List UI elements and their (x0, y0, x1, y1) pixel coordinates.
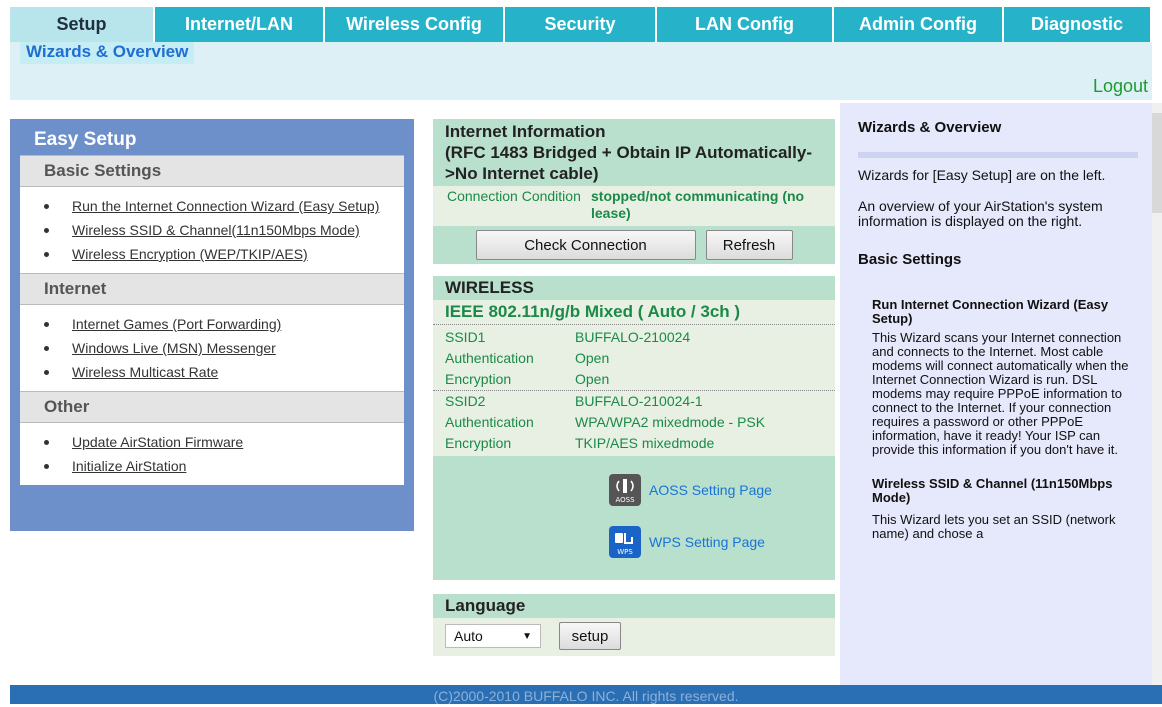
language-setup-button[interactable]: setup (559, 622, 621, 650)
connection-condition-value: stopped/not communicating (no lease) (591, 188, 805, 221)
tab-wireless-config[interactable]: Wireless Config (325, 7, 505, 42)
other-list: Update AirStation Firmware Initialize Ai… (20, 423, 404, 485)
list-item: Wireless Encryption (WEP/TKIP/AES) (20, 245, 404, 263)
tab-setup[interactable]: Setup (10, 7, 155, 42)
section-other: Other (20, 391, 404, 423)
ssid2-value: BUFFALO-210024-1 (575, 393, 703, 409)
check-connection-button[interactable]: Check Connection (475, 230, 696, 260)
svg-text:AOSS: AOSS (615, 496, 635, 504)
copyright-footer: (C)2000-2010 BUFFALO INC. All rights res… (10, 685, 1162, 704)
table-row: Authentication Open (433, 348, 835, 369)
connection-buttons: Check Connection Refresh (433, 226, 835, 264)
link-internet-connection-wizard[interactable]: Run the Internet Connection Wizard (Easy… (72, 198, 379, 214)
table-row: Encryption TKIP/AES mixedmode (433, 433, 835, 454)
list-item: Internet Games (Port Forwarding) (20, 315, 404, 333)
chevron-down-icon: ▼ (522, 630, 532, 642)
tab-admin-config[interactable]: Admin Config (834, 7, 1004, 42)
language-header: Language (433, 594, 835, 618)
help-item2-text: This Wizard lets you set an SSID (networ… (872, 512, 1116, 541)
list-item: Initialize AirStation (20, 457, 404, 475)
wireless-details: SSID1 BUFFALO-210024 Authentication Open E… (433, 325, 835, 456)
table-row: Authentication WPA/WPA2 mixedmode - PSK (433, 412, 835, 433)
wireless-mode: IEEE 802.11n/g/b Mixed ( Auto / 3ch ) (445, 302, 741, 321)
status-panel: Internet Information (RFC 1483 Bridged +… (433, 119, 835, 656)
internet-list: Internet Games (Port Forwarding) Windows… (20, 305, 404, 391)
link-initialize-airstation[interactable]: Initialize AirStation (72, 458, 186, 474)
list-item: Run the Internet Connection Wizard (Easy… (20, 197, 404, 215)
ssid1-label: SSID1 (445, 329, 486, 345)
help-divider (858, 152, 1138, 158)
language-select[interactable]: Auto ▼ (445, 624, 541, 648)
ssid2-label: SSID2 (445, 393, 486, 409)
logout-link[interactable]: Logout (1093, 76, 1148, 97)
help-item2-title: Wireless SSID & Channel (11n150Mbps Mode… (872, 476, 1113, 505)
auth2-value: WPA/WPA2 mixedmode - PSK (575, 414, 766, 430)
list-item: Windows Live (MSN) Messenger (20, 339, 404, 357)
language-selected-value: Auto (454, 628, 483, 644)
table-row: SSID1 BUFFALO-210024 (433, 327, 835, 348)
tab-diagnostic[interactable]: Diagnostic (1004, 7, 1152, 42)
connection-status: Connection Condition stopped/not communi… (433, 186, 835, 226)
help-title: Wizards & Overview (858, 119, 1002, 136)
section-internet: Internet (20, 273, 404, 305)
link-msn-messenger[interactable]: Windows Live (MSN) Messenger (72, 340, 276, 356)
help-scrollbar[interactable] (1152, 103, 1162, 685)
list-item: Update AirStation Firmware (20, 433, 404, 451)
help-intro-1: Wizards for [Easy Setup] are on the left… (858, 167, 1106, 183)
table-row: Encryption Open (433, 369, 835, 391)
section-basic-settings: Basic Settings (20, 155, 404, 187)
wps-row[interactable]: WPS WPS Setting Page (609, 526, 765, 558)
wireless-header: WIRELESS (433, 276, 835, 300)
tab-internet-lan[interactable]: Internet/LAN (155, 7, 325, 42)
auth1-label: Authentication (445, 350, 534, 366)
internet-info-title: Internet Information (445, 122, 606, 141)
aoss-icon: AOSS (609, 474, 641, 506)
wps-icon: WPS (609, 526, 641, 558)
tab-security[interactable]: Security (505, 7, 657, 42)
subtab-wizards-overview[interactable]: Wizards & Overview (20, 42, 195, 64)
enc1-value: Open (575, 371, 610, 387)
enc1-label: Encryption (445, 371, 512, 387)
internet-info-header: Internet Information (RFC 1483 Bridged +… (433, 119, 835, 186)
language-row: Auto ▼ setup (433, 618, 835, 656)
setting-pages: AOSS AOSS Setting Page WPS WPS Setting P… (433, 456, 835, 580)
link-update-firmware[interactable]: Update AirStation Firmware (72, 434, 243, 450)
link-internet-games[interactable]: Internet Games (Port Forwarding) (72, 316, 281, 332)
sub-nav: Wizards & Overview Logout (10, 42, 1152, 100)
help-item1-title: Run Internet Connection Wizard (Easy Set… (872, 297, 1109, 326)
basic-settings-list: Run the Internet Connection Wizard (Easy… (20, 187, 404, 273)
help-intro-2: An overview of your AirStation's system … (858, 198, 1103, 229)
link-multicast-rate[interactable]: Wireless Multicast Rate (72, 364, 218, 380)
auth1-value: Open (575, 350, 610, 366)
help-item1-text: This Wizard scans your Internet connecti… (872, 330, 1129, 457)
link-wireless-encryption[interactable]: Wireless Encryption (WEP/TKIP/AES) (72, 246, 308, 262)
help-panel: Wizards & Overview Wizards for [Easy Set… (840, 103, 1152, 685)
wps-setting-link[interactable]: WPS Setting Page (649, 534, 765, 550)
tab-lan-config[interactable]: LAN Config (657, 7, 834, 42)
list-item: Wireless SSID & Channel(11n150Mbps Mode) (20, 221, 404, 239)
table-row: SSID2 BUFFALO-210024-1 (433, 391, 835, 412)
aoss-setting-link[interactable]: AOSS Setting Page (649, 482, 772, 498)
enc2-label: Encryption (445, 435, 512, 451)
list-item: Wireless Multicast Rate (20, 363, 404, 381)
aoss-row[interactable]: AOSS AOSS Setting Page (609, 474, 772, 506)
auth2-label: Authentication (445, 414, 534, 430)
ssid1-value: BUFFALO-210024 (575, 329, 691, 345)
help-basic-settings: Basic Settings (858, 251, 962, 268)
svg-text:WPS: WPS (617, 548, 633, 556)
easy-setup-panel: Easy Setup Basic Settings Run the Intern… (10, 119, 414, 531)
link-wireless-ssid-channel[interactable]: Wireless SSID & Channel(11n150Mbps Mode) (72, 222, 360, 238)
refresh-button[interactable]: Refresh (705, 230, 793, 260)
connection-condition-label: Connection Condition (447, 188, 581, 204)
enc2-value: TKIP/AES mixedmode (575, 435, 715, 451)
scrollbar-thumb[interactable] (1152, 113, 1162, 213)
top-nav: Setup Internet/LAN Wireless Config Secur… (10, 7, 1152, 42)
internet-info-subtitle: (RFC 1483 Bridged + Obtain IP Automatica… (445, 143, 812, 183)
easy-setup-title: Easy Setup (34, 129, 137, 150)
